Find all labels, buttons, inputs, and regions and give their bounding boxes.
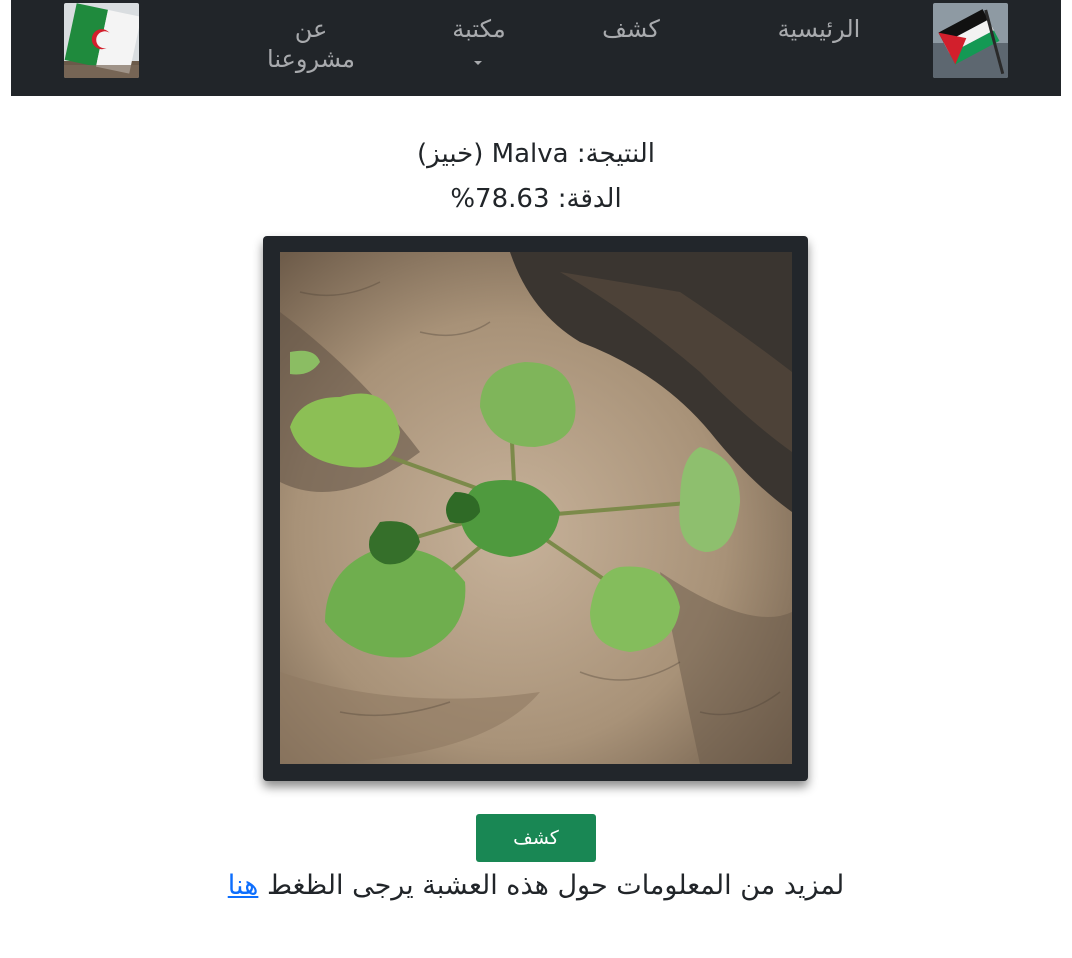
nav-detect[interactable]: كشف bbox=[581, 14, 681, 44]
accuracy-label: الدقة: 78.63% bbox=[450, 184, 622, 214]
algeria-flag-logo[interactable] bbox=[64, 3, 139, 78]
palestine-flag-logo[interactable] bbox=[933, 3, 1008, 78]
malva-plant-photo bbox=[280, 252, 792, 764]
image-frame bbox=[263, 236, 808, 781]
more-info-text: لمزيد من المعلومات حول هذه العشبة يرجى ا… bbox=[136, 870, 936, 901]
result-label: النتيجة: Malva (خبيز) bbox=[416, 139, 656, 169]
chevron-down-icon[interactable] bbox=[474, 61, 482, 65]
nav-home[interactable]: الرئيسية bbox=[759, 14, 879, 44]
detect-button[interactable]: كشف bbox=[476, 814, 596, 862]
nav-about[interactable]: عن مشروعنا bbox=[251, 14, 371, 74]
more-info-message: لمزيد من المعلومات حول هذه العشبة يرجى ا… bbox=[266, 870, 845, 901]
nav-library-dropdown[interactable]: مكتبة bbox=[431, 14, 527, 44]
top-navbar: الرئيسية كشف مكتبة عن مشروعنا bbox=[11, 0, 1061, 96]
more-info-link[interactable]: هنا bbox=[228, 870, 259, 901]
